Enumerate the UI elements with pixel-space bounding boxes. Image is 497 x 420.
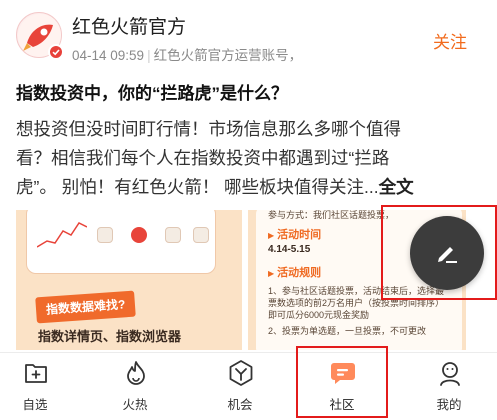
post-body-line: 虎”。 别怕！有红色火箭！ 哪些板块值得关注...全文 <box>16 177 414 197</box>
tab-label: 自选 <box>22 398 48 412</box>
tab-watchlist[interactable]: 自选 <box>0 353 70 419</box>
hexagon-y-icon <box>227 359 255 387</box>
tab-label: 社区 <box>329 398 355 412</box>
image-subtitle: 指数详情页、指数浏览器 <box>38 329 182 344</box>
mini-chart-icon <box>37 222 87 248</box>
image-banner: 指数数据难找? <box>35 290 137 324</box>
rule-text: 即可瓜分6000元现金奖励 <box>268 310 370 320</box>
phone-screenshot <box>26 210 216 274</box>
add-folder-icon <box>22 359 50 387</box>
profile-icon <box>436 359 464 387</box>
tab-label: 机会 <box>227 398 253 412</box>
post-meta: 04-14 09:59 | 红色火箭官方运营账号， <box>72 44 412 64</box>
post-date: 04-14 09:59 <box>72 48 145 63</box>
app-icon <box>193 227 209 243</box>
activity-rules-heading: 活动规则 <box>268 264 321 280</box>
flame-icon <box>122 359 150 387</box>
pencil-icon <box>438 247 457 263</box>
rules-top-text: 参与方式：我们社区话题投票， <box>268 210 395 220</box>
app-icon <box>165 227 181 243</box>
tab-hot[interactable]: 火热 <box>100 353 170 419</box>
clock-icon <box>131 227 147 243</box>
post-body-line: 看？相信我们每个人在指数投资中都遇到过“拦路 <box>16 148 390 168</box>
tab-opportunity[interactable]: 机会 <box>205 353 275 419</box>
post-header: 红色火箭官方 04-14 09:59 | 红色火箭官方运营账号， 关注 <box>0 0 497 72</box>
activity-dates: 4.14-5.15 <box>268 244 311 255</box>
activity-time-heading: 活动时间 <box>268 226 321 242</box>
tab-label: 火热 <box>122 398 148 412</box>
tab-label: 我的 <box>436 398 462 412</box>
chat-bubble-icon <box>329 359 357 387</box>
post-body[interactable]: 想投资但没时间盯行情！市场信息那么多哪个值得 看？相信我们每个人在指数投资中都遇… <box>16 115 490 202</box>
account-label: 红色火箭官方运营账号， <box>153 48 303 63</box>
verified-badge-icon <box>48 44 64 60</box>
follow-button[interactable]: 关注 <box>433 28 467 53</box>
read-more-link[interactable]: 全文 <box>379 177 414 197</box>
compose-post-button[interactable] <box>410 216 484 290</box>
post-images: 指数数据难找? 指数详情页、指数浏览器 参与方式：我们社区话题投票， 活动时间 … <box>16 210 466 350</box>
post-image-left[interactable]: 指数数据难找? 指数详情页、指数浏览器 <box>16 210 242 350</box>
meta-divider: | <box>147 48 151 63</box>
rule-text: 2、投票为单选题，一旦投票，不可更改 <box>268 326 427 336</box>
post-body-line: 想投资但没时间盯行情！市场信息那么多哪个值得 <box>16 119 401 139</box>
author-name[interactable]: 红色火箭官方 <box>72 12 186 39</box>
tab-community[interactable]: 社区 <box>307 353 377 419</box>
tab-profile[interactable]: 我的 <box>414 353 484 419</box>
app-icon <box>97 227 113 243</box>
post-title[interactable]: 指数投资中，你的“拦路虎”是什么？ <box>16 79 288 104</box>
bottom-tab-bar: 自选 火热 机会 社区 我的 <box>0 352 497 420</box>
